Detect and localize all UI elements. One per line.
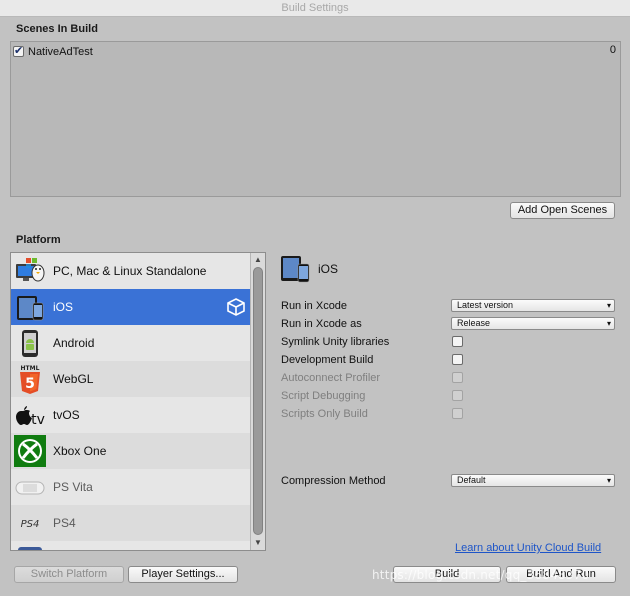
android-icon (14, 327, 46, 359)
dropdown-arrows-icon: ▾ (606, 301, 611, 310)
run-in-xcode-label: Run in Xcode (281, 300, 348, 312)
compression-method-label: Compression Method (281, 475, 386, 487)
svg-text:HTML: HTML (21, 365, 40, 372)
scroll-down-icon[interactable]: ▼ (253, 538, 263, 548)
scene-row[interactable]: NativeAdTest 0 (13, 44, 618, 59)
platform-label: Xbox One (53, 444, 107, 458)
platform-header: Platform (16, 234, 61, 246)
html5-icon: HTML 5 (14, 363, 46, 395)
scene-index: 0 (609, 44, 616, 56)
pc-standalone-icon (14, 255, 46, 287)
platform-scrollbar[interactable]: ▲ ▼ (250, 253, 265, 550)
svg-text:5: 5 (25, 376, 35, 392)
facebook-icon (14, 543, 46, 550)
platform-label: PS4 (53, 516, 76, 530)
scene-name: NativeAdTest (28, 45, 93, 58)
platform-label: tvOS (53, 408, 80, 422)
ps-vita-icon (14, 471, 46, 503)
platform-item-tvos[interactable]: tv tvOS (11, 397, 250, 433)
compression-method-dropdown[interactable]: Default ▾ (451, 474, 615, 487)
add-open-scenes-button[interactable]: Add Open Scenes (510, 202, 615, 219)
autoconnect-profiler-label: Autoconnect Profiler (281, 372, 381, 384)
dropdown-arrows-icon: ▾ (606, 476, 611, 485)
platform-item-ps4[interactable]: PS4 PS4 (11, 505, 250, 541)
apple-tv-icon: tv (14, 399, 46, 431)
xbox-icon (14, 435, 46, 467)
platform-label: WebGL (53, 372, 94, 386)
platform-item-ios[interactable]: iOS (11, 289, 250, 325)
script-debugging-label: Script Debugging (281, 390, 366, 402)
platform-label: PC, Mac & Linux Standalone (53, 264, 207, 278)
run-in-xcode-as-value: Release (457, 318, 491, 328)
watermark-text: https://blog.csdn.net/qq_36848370 (372, 568, 590, 582)
cloud-build-link[interactable]: Learn about Unity Cloud Build (455, 542, 601, 554)
scenes-list[interactable]: NativeAdTest 0 (10, 41, 621, 197)
scroll-thumb[interactable] (253, 267, 263, 535)
run-in-xcode-value: Latest version (457, 300, 514, 310)
platform-list[interactable]: PC, Mac & Linux Standalone iOS Android H… (10, 252, 266, 551)
scene-checkbox[interactable] (13, 44, 24, 57)
platform-label: Android (53, 336, 95, 350)
platform-item-partial[interactable] (11, 541, 250, 550)
compression-method-value: Default (457, 475, 486, 485)
platform-item-android[interactable]: Android (11, 325, 250, 361)
scroll-up-icon[interactable]: ▲ (253, 255, 263, 265)
platform-item-webgl[interactable]: HTML 5 WebGL (11, 361, 250, 397)
autoconnect-profiler-checkbox (452, 372, 463, 383)
selected-platform-title: iOS (318, 262, 339, 276)
window-title: Build Settings (0, 0, 630, 17)
run-in-xcode-dropdown[interactable]: Latest version ▾ (451, 299, 615, 312)
platform-item-xbox[interactable]: Xbox One (11, 433, 250, 469)
run-in-xcode-as-dropdown[interactable]: Release ▾ (451, 317, 615, 330)
ios-device-icon (14, 291, 46, 323)
development-build-label: Development Build (281, 354, 374, 366)
script-debugging-checkbox (452, 390, 463, 401)
development-build-checkbox[interactable] (452, 354, 463, 365)
switch-platform-button[interactable]: Switch Platform (14, 566, 124, 583)
svg-text:tv: tv (31, 412, 45, 428)
platform-item-pc[interactable]: PC, Mac & Linux Standalone (11, 253, 250, 289)
player-settings-button[interactable]: Player Settings... (128, 566, 238, 583)
platform-item-ps-vita[interactable]: PS Vita (11, 469, 250, 505)
ios-device-icon (280, 254, 312, 287)
platform-label: PS Vita (53, 480, 93, 494)
scripts-only-build-label: Scripts Only Build (281, 408, 368, 420)
symlink-label: Symlink Unity libraries (281, 336, 390, 348)
ps4-icon: PS4 (14, 507, 46, 539)
symlink-checkbox[interactable] (452, 336, 463, 347)
platform-label: iOS (53, 300, 74, 314)
run-in-xcode-as-label: Run in Xcode as (281, 318, 362, 330)
svg-text:PS4: PS4 (21, 519, 40, 530)
dropdown-arrows-icon: ▾ (606, 319, 611, 328)
scenes-header: Scenes In Build (16, 23, 98, 35)
unity-logo-icon (226, 298, 246, 319)
scripts-only-build-checkbox (452, 408, 463, 419)
